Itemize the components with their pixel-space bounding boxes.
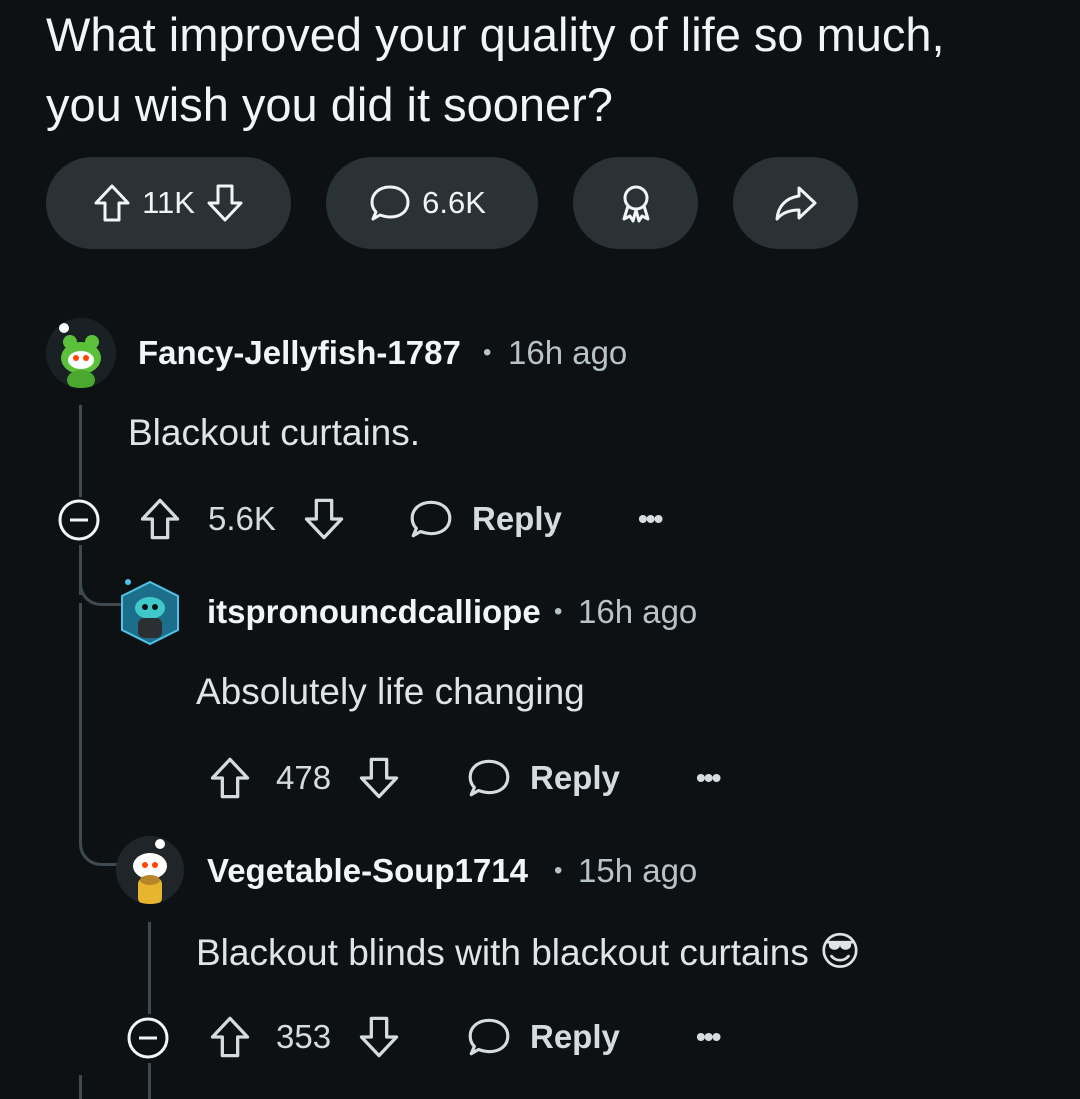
meta-separator: •: [483, 339, 492, 366]
downvote-icon[interactable]: [357, 755, 401, 801]
more-options-icon[interactable]: •••: [638, 503, 663, 535]
comment-body: Absolutely life changing: [196, 671, 585, 712]
thread-line[interactable]: [148, 1063, 151, 1099]
thread-line[interactable]: [79, 603, 82, 833]
share-arrow-icon: [773, 183, 819, 223]
reply-label: Reply: [530, 1018, 620, 1055]
downvote-icon[interactable]: [357, 1014, 401, 1060]
meta-separator: •: [554, 598, 563, 625]
comment-text: Blackout blinds with blackout curtains: [196, 932, 809, 973]
comment-vote-bar: 5.6K: [138, 496, 346, 542]
sunglasses-emoji: 😎: [819, 930, 861, 974]
reply-bubble-icon: [408, 497, 454, 541]
comment-body: Blackout blinds with blackout curtains 😎: [196, 929, 861, 975]
more-options-icon[interactable]: •••: [696, 1021, 721, 1053]
upvote-icon[interactable]: [208, 1014, 252, 1060]
thread-branch: [79, 575, 122, 606]
comment-score: 353: [276, 1018, 332, 1055]
comment-vote-bar: 353: [208, 1014, 401, 1060]
reply-button[interactable]: Reply: [466, 1015, 620, 1059]
collapse-thread-icon[interactable]: [58, 499, 100, 541]
upvote-icon[interactable]: [92, 182, 132, 224]
comment-timestamp: 16h ago: [578, 593, 698, 630]
reply-label: Reply: [472, 500, 562, 537]
share-button[interactable]: [733, 157, 858, 249]
reply-button[interactable]: Reply: [408, 497, 562, 541]
reply-bubble-icon: [466, 756, 512, 800]
post-vote-bar: 11K: [46, 157, 291, 249]
comment-bubble-icon: [368, 182, 412, 224]
upvote-icon[interactable]: [138, 496, 182, 542]
post-title: What improved your quality of life so mu…: [46, 8, 945, 131]
award-icon: [614, 181, 658, 225]
snoo-robot-avatar-icon[interactable]: [118, 578, 182, 648]
post-score: 11K: [142, 185, 195, 220]
comment-vote-bar: 478: [208, 755, 401, 801]
comment-timestamp: 15h ago: [578, 852, 698, 889]
snoo-green-frog-avatar-icon[interactable]: [46, 318, 116, 388]
comment-score: 5.6K: [208, 500, 276, 537]
comment-timestamp: 16h ago: [508, 334, 628, 371]
snoo-yellow-avatar-icon[interactable]: [116, 836, 184, 904]
award-button[interactable]: [573, 157, 698, 249]
comment-count: 6.6K: [422, 185, 486, 220]
collapse-thread-icon[interactable]: [127, 1017, 169, 1059]
meta-separator: •: [554, 857, 563, 884]
thread-line[interactable]: [79, 405, 82, 497]
comment-username[interactable]: Vegetable-Soup1714: [207, 852, 528, 890]
comment-username[interactable]: itspronouncdcalliope: [207, 593, 541, 631]
more-options-icon[interactable]: •••: [696, 762, 721, 794]
comment-body: Blackout curtains.: [128, 412, 421, 453]
reply-button[interactable]: Reply: [466, 756, 620, 800]
downvote-icon[interactable]: [205, 182, 245, 224]
thread-line[interactable]: [148, 922, 151, 1014]
thread-line[interactable]: [79, 1075, 82, 1099]
reply-label: Reply: [530, 759, 620, 796]
thread-branch: [79, 833, 122, 866]
comments-button[interactable]: 6.6K: [326, 157, 538, 249]
comment-username[interactable]: Fancy-Jellyfish-1787: [138, 334, 461, 372]
comment-score: 478: [276, 759, 332, 796]
downvote-icon[interactable]: [302, 496, 346, 542]
reply-bubble-icon: [466, 1015, 512, 1059]
upvote-icon[interactable]: [208, 755, 252, 801]
